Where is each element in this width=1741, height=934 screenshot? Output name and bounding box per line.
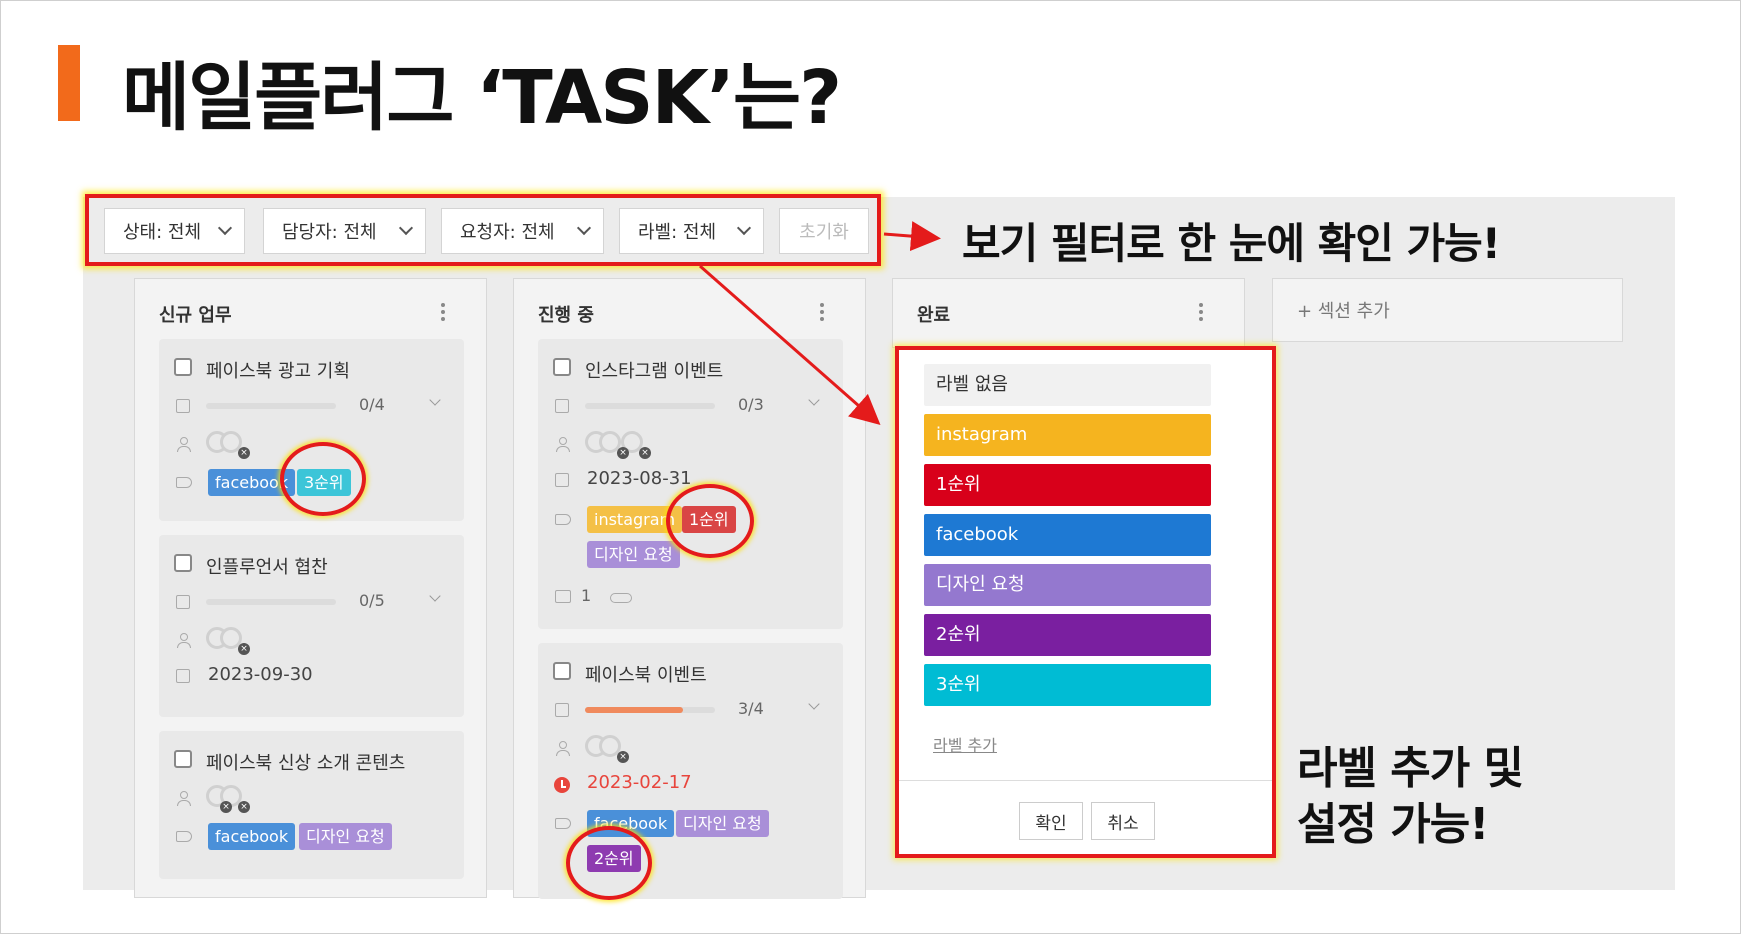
- label-callout-line1: 라벨 추가 및: [1297, 743, 1524, 794]
- arrow-to-filter-callout: [883, 221, 941, 252]
- filter-callout: 보기 필터로 한 눈에 확인 가능!: [962, 219, 1501, 268]
- label-callout-line2: 설정 가능!: [1297, 799, 1489, 850]
- arrow-to-label-popup: [699, 264, 881, 425]
